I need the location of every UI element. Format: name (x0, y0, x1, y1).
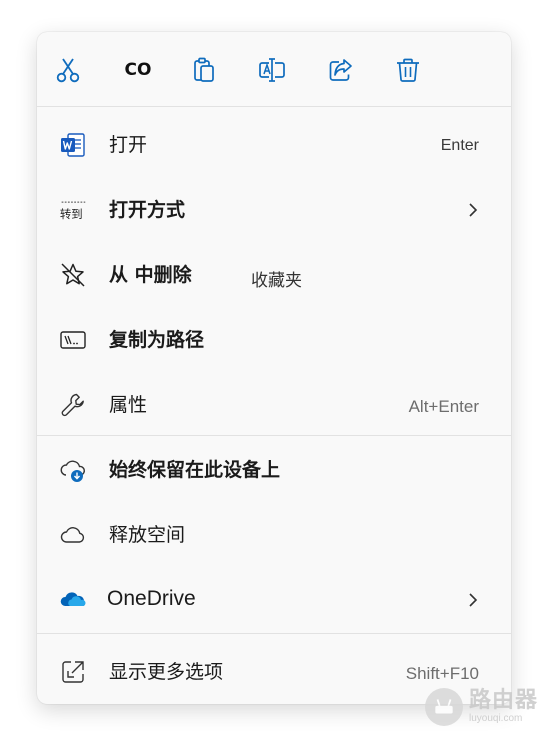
shortcut-text: Enter (440, 137, 479, 154)
quick-actions-toolbar: CO (37, 32, 511, 106)
menu-item-label: 复制为路径 (109, 329, 205, 351)
favorites-label: 收藏夹 (251, 271, 302, 291)
menu-item-remove-from-favorites[interactable]: 从 中删除 收藏夹 (37, 247, 511, 303)
menu-item-label: 始终保留在此设备上 (109, 459, 281, 481)
rename-icon (259, 58, 285, 82)
divider (37, 435, 511, 436)
wrench-icon (57, 391, 89, 419)
copy-path-icon (57, 326, 89, 354)
open-with-icon-text: 转到 (60, 207, 83, 221)
rename-button[interactable] (254, 52, 290, 88)
open-external-icon (57, 658, 89, 686)
menu-item-label: OneDrive (107, 587, 196, 610)
menu-item-label: 显示更多选项 (109, 661, 224, 683)
menu-item-open-with[interactable]: 转到 打开方式 (37, 182, 511, 238)
cut-icon (56, 58, 80, 83)
menu-item-label: 从 中删除 (109, 264, 192, 286)
unfavorite-star-icon (57, 261, 89, 289)
divider (37, 633, 511, 634)
open-with-icon: 转到 (57, 196, 89, 224)
divider (37, 106, 511, 107)
cloud-download-icon (57, 456, 89, 484)
chevron-right-icon (469, 203, 478, 217)
menu-item-copy-as-path[interactable]: 复制为路径 (37, 312, 511, 368)
menu-item-label: 属性 (109, 394, 148, 416)
trash-icon (397, 58, 419, 82)
share-button[interactable] (323, 52, 359, 88)
shortcut-text: Alt+Enter (408, 397, 479, 416)
menu-item-open[interactable]: 打开 Enter (37, 117, 511, 173)
share-icon (329, 59, 352, 81)
watermark-text: 路由器 (468, 688, 538, 713)
context-menu: CO 打开 Enter 转到 打开方式 从 中删除 收藏夹 复制为路径 属性 A… (37, 32, 511, 704)
cut-button[interactable] (50, 52, 86, 88)
menu-item-properties[interactable]: 属性 Alt+Enter (37, 377, 511, 433)
watermark-url: luyouqi.com (468, 713, 523, 724)
cloud-icon (57, 521, 89, 549)
router-logo-icon (424, 688, 463, 726)
menu-item-free-up-space[interactable]: 释放空间 (37, 507, 511, 563)
word-document-icon (57, 131, 89, 159)
delete-button[interactable] (390, 52, 426, 88)
shortcut-text: Shift+F10 (405, 664, 479, 683)
menu-item-label: 打开 (109, 134, 148, 156)
onedrive-icon (57, 586, 89, 614)
watermark: 路由器 luyouqi.com (424, 688, 538, 726)
menu-item-always-keep-on-device[interactable]: 始终保留在此设备上 (37, 442, 511, 498)
copy-label: CO (124, 60, 152, 80)
chevron-right-icon (469, 593, 478, 607)
menu-item-onedrive[interactable]: OneDrive (37, 572, 511, 628)
paste-button[interactable] (186, 52, 222, 88)
copy-button[interactable]: CO (120, 52, 156, 88)
menu-item-label: 打开方式 (109, 199, 186, 221)
menu-item-label: 释放空间 (109, 524, 186, 546)
paste-icon (194, 57, 214, 82)
